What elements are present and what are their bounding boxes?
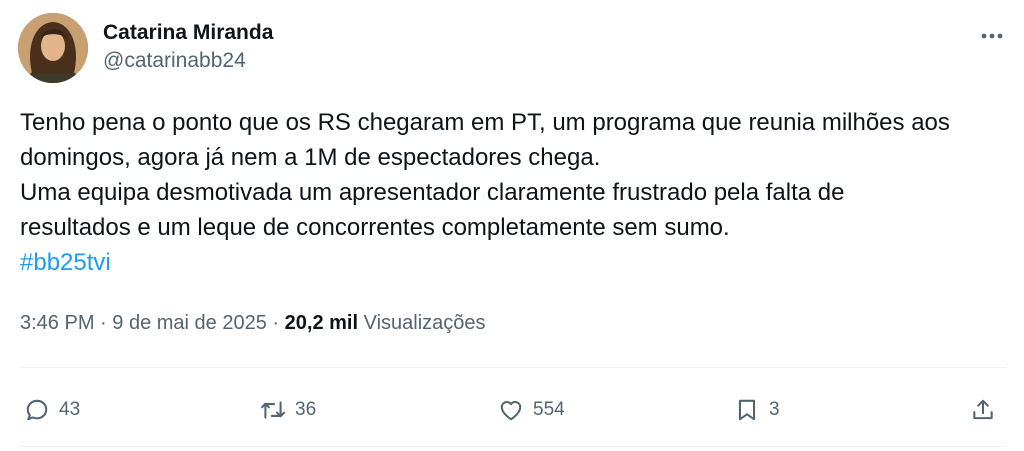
meta-separator: ·	[100, 312, 107, 334]
author-handle[interactable]: @catarinabb24	[103, 48, 246, 74]
reply-icon	[26, 399, 48, 421]
bookmark-count: 3	[769, 399, 780, 420]
tweet-date[interactable]: 9 de mai de 2025	[112, 312, 267, 334]
action-bar: 43 36 554 3	[20, 388, 1006, 432]
more-options-button[interactable]	[978, 22, 1006, 50]
views-count: 20,2 mil	[284, 312, 359, 334]
bookmark-icon	[738, 399, 756, 421]
author-name[interactable]: Catarina Miranda	[103, 20, 273, 46]
bookmark-button[interactable]: 3	[734, 388, 780, 432]
tweet-meta: 3:46 PM · 9 de mai de 2025 · 20,2 mil Vi…	[20, 309, 486, 337]
tweet-text-line: domingos, agora já nem a 1M de espectado…	[20, 144, 601, 171]
tweet-time[interactable]: 3:46 PM	[20, 312, 94, 334]
tweet-text-line: Uma equipa desmotivada um apresentador c…	[20, 179, 845, 206]
more-horizontal-icon	[981, 33, 1003, 39]
repost-icon	[260, 401, 286, 419]
meta-separator: ·	[272, 312, 280, 334]
divider	[20, 446, 1006, 447]
reply-count: 43	[59, 399, 81, 420]
divider	[20, 367, 1006, 368]
avatar[interactable]	[18, 13, 88, 83]
hashtag-link[interactable]: #bb25tvi	[20, 245, 1000, 280]
repost-count: 36	[295, 399, 317, 420]
repost-button[interactable]: 36	[260, 388, 316, 432]
like-count: 554	[533, 399, 565, 420]
share-icon	[973, 399, 993, 420]
share-button[interactable]	[970, 388, 996, 432]
reply-button[interactable]: 43	[24, 388, 80, 432]
tweet-text-line: Tenho pena o ponto que os RS chegaram em…	[20, 109, 950, 136]
like-button[interactable]: 554	[498, 388, 565, 432]
heart-icon	[500, 401, 522, 421]
views-label[interactable]: Visualizações	[364, 312, 486, 334]
avatar-image	[18, 13, 88, 83]
tweet-text: Tenho pena o ponto que os RS chegaram em…	[20, 105, 1000, 280]
tweet-text-line: resultados e um leque de concorrentes co…	[20, 214, 730, 241]
